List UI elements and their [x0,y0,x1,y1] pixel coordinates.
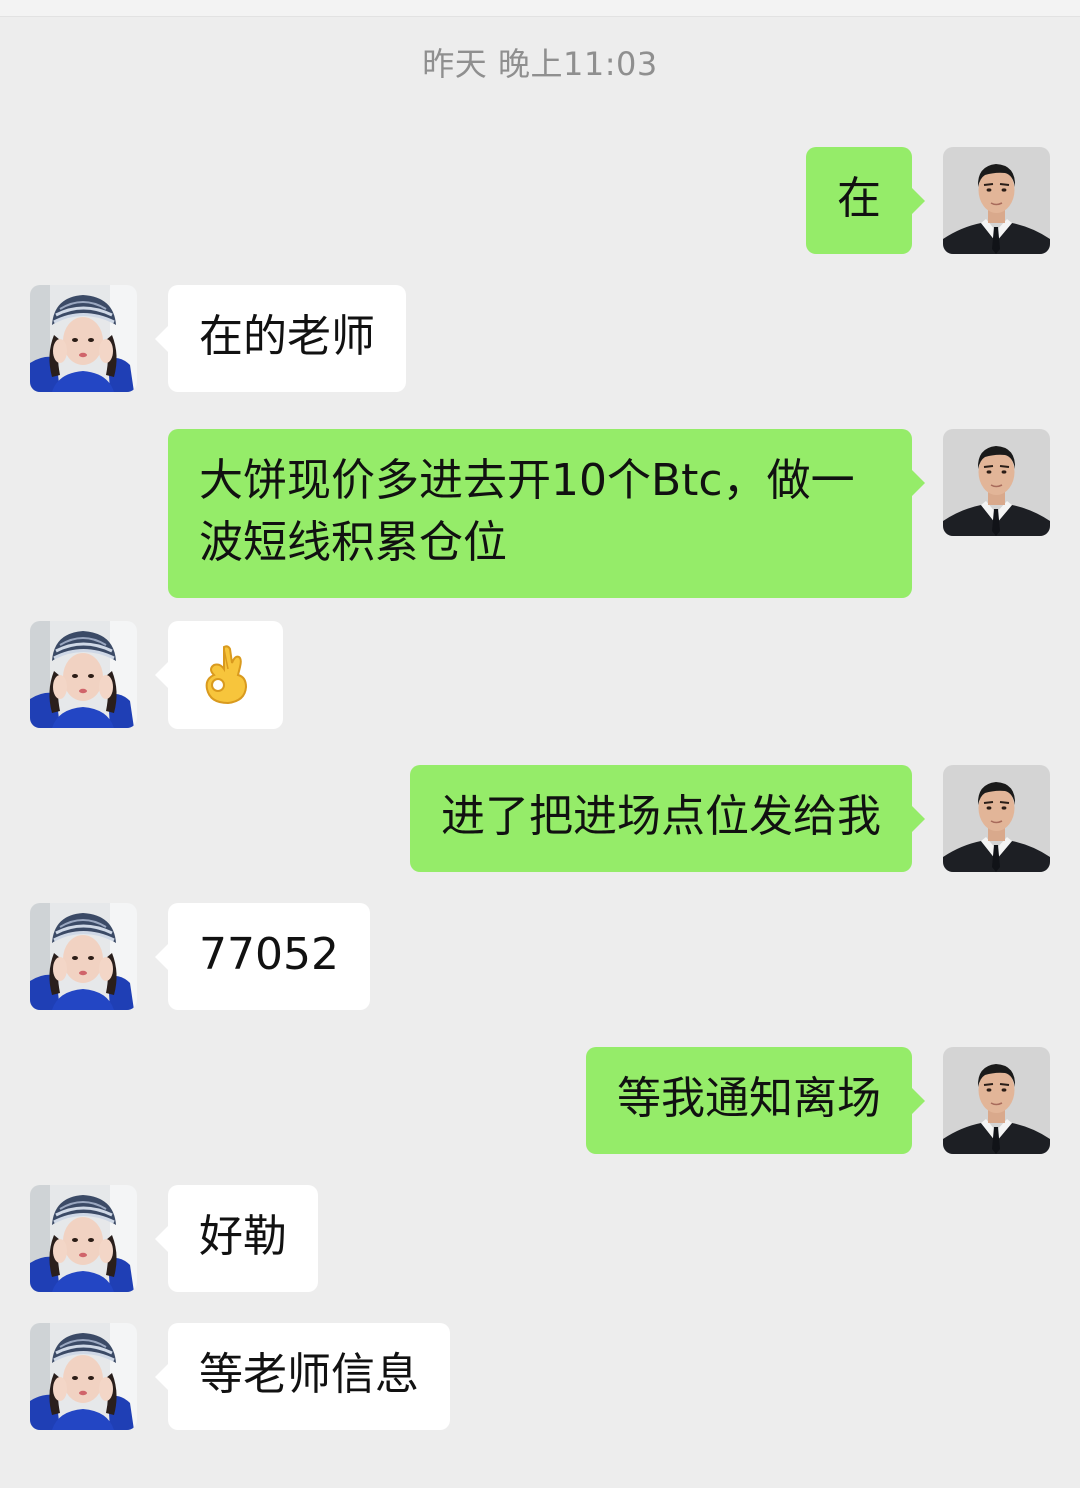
message-bubble[interactable]: 大饼现价多进去开10个Btc，做一波短线积累仓位 [168,429,925,598]
contact-avatar[interactable] [30,1323,137,1430]
ok-hand-icon [205,645,248,705]
message-bubble[interactable] [155,621,283,729]
sender-avatar[interactable] [943,429,1050,536]
message-bubble[interactable]: 在 [806,147,925,254]
top-edge [0,0,1080,17]
sender-avatar[interactable] [943,147,1050,254]
contact-avatar[interactable] [30,903,137,1010]
message-bubble[interactable]: 好勒 [155,1185,318,1292]
message-bubble[interactable]: 在的老师 [155,285,406,392]
message-bubble[interactable]: 等我通知离场 [586,1047,925,1154]
message-timestamp: 昨天 晚上11:03 [422,45,658,83]
message-bubble[interactable]: 进了把进场点位发给我 [410,765,925,872]
contact-avatar[interactable] [30,285,137,392]
contact-avatar[interactable] [30,621,137,728]
message-bubble[interactable]: 等老师信息 [155,1323,450,1430]
message-bubble[interactable]: 77052 [155,903,370,1010]
sender-avatar[interactable] [943,1047,1050,1154]
sender-avatar[interactable] [943,765,1050,872]
contact-avatar[interactable] [30,1185,137,1292]
